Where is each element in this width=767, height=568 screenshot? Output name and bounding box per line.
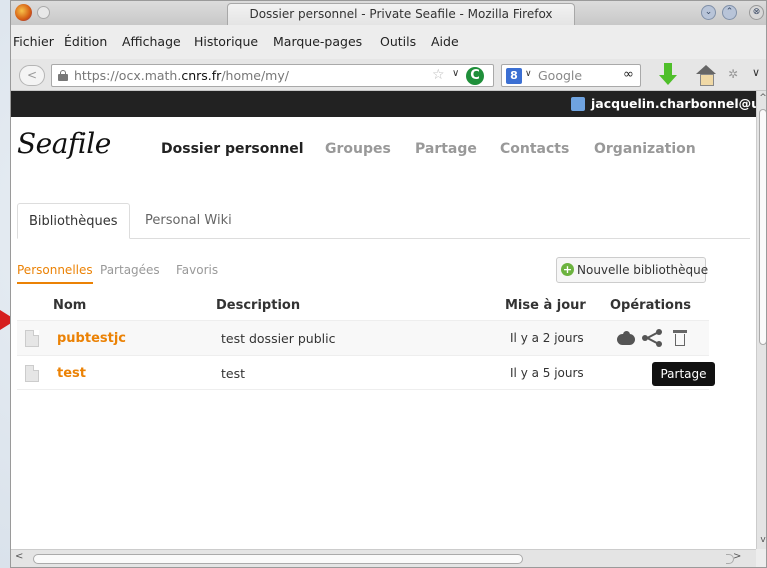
top-account-bar: jacquelin.charbonnel@u [11,91,756,117]
cloud-download-icon[interactable] [617,331,635,345]
vertical-scrollbar[interactable]: ^ v [756,91,766,549]
nav-organization[interactable]: Organization [594,141,696,157]
trash-icon[interactable] [673,330,687,347]
column-header-description: Description [216,298,301,313]
firefox-logo-icon[interactable] [15,4,32,21]
binoculars-icon[interactable]: ∞ [623,67,634,82]
title-bar: Dossier personnel - Private Seafile - Mo… [11,1,766,25]
horizontal-scrollbar[interactable]: < > [11,549,756,567]
active-subnav-underline [17,282,93,284]
scroll-up-icon[interactable]: ^ [757,93,766,103]
lock-icon [58,70,68,81]
new-library-button[interactable]: + Nouvelle bibliothèque [556,257,709,283]
bookmark-star-icon[interactable]: ☆ [432,67,445,83]
scroll-down-icon[interactable]: v [757,535,766,545]
menu-affichage[interactable]: Affichage [122,25,181,59]
seafile-logo[interactable]: Seafile [17,127,111,160]
table-row[interactable]: pubtestjc test dossier public Il y a 2 j… [17,320,709,355]
toolbar-more-chevron-icon[interactable]: ∨ [752,66,760,79]
minimize-button[interactable]: ⌄ [701,5,716,20]
window-title: Dossier personnel - Private Seafile - Mo… [227,3,575,25]
reload-icon[interactable]: C [466,67,484,85]
maximize-button[interactable]: ⌃ [722,5,737,20]
column-header-operations: Opérations [610,298,691,313]
menu-fichier[interactable]: Fichier [13,25,54,59]
library-description: test dossier public [221,331,336,346]
library-name-link[interactable]: pubtestjc [57,321,126,356]
google-engine-icon[interactable]: 8 [506,68,522,84]
url-history-chevron-icon[interactable]: ∨ [452,68,459,79]
menu-aide[interactable]: Aide [431,25,459,59]
search-bar[interactable]: 8 ∨ Google [501,64,641,87]
library-name-link[interactable]: test [57,356,86,391]
search-engine-chevron-icon[interactable]: ∨ [525,69,532,79]
horizontal-scroll-thumb[interactable] [33,554,523,564]
column-header-nom: Nom [53,298,87,313]
subnav-favoris[interactable]: Favoris [176,263,218,277]
menu-outils[interactable]: Outils [380,25,416,59]
share-icon[interactable] [642,329,662,347]
download-icon[interactable] [659,63,677,87]
url-bar[interactable]: https://ocx.math.cnrs.fr/home/my/ ☆ ∨ C [51,64,494,87]
library-icon [25,330,39,347]
menu-bar: Fichier Édition Affichage Historique Mar… [11,25,766,59]
close-button[interactable]: ⊗ [749,5,764,20]
vertical-scroll-thumb[interactable] [759,109,766,345]
firefox-window: Dossier personnel - Private Seafile - Mo… [10,0,767,568]
search-input[interactable]: Google [538,65,582,86]
menu-edition[interactable]: Édition [64,25,107,59]
tab-personal-wiki[interactable]: Personal Wiki [134,203,243,239]
back-button[interactable]: < [19,65,45,86]
window-menu-dot[interactable] [37,6,50,19]
table-row[interactable]: test test Il y a 5 jours [17,355,709,390]
user-avatar-icon[interactable] [571,97,585,111]
navigation-toolbar: < https://ocx.math.cnrs.fr/home/my/ ☆ ∨ … [11,59,766,91]
column-header-mise-a-jour: Mise à jour [505,298,586,313]
menu-historique[interactable]: Historique [194,25,258,59]
share-tooltip: Partage [652,362,715,386]
subnav-partagees[interactable]: Partagées [100,263,160,277]
library-icon [25,365,39,382]
nav-dossier-personnel[interactable]: Dossier personnel [161,141,304,157]
library-description: test [221,366,246,381]
plus-circle-icon: + [561,263,574,276]
tab-bibliotheques[interactable]: Bibliothèques [17,203,130,239]
addon-icon[interactable]: ✲ [728,67,738,81]
account-name[interactable]: jacquelin.charbonnel@u [591,91,756,117]
nav-partage[interactable]: Partage [415,141,477,157]
new-library-label: Nouvelle bibliothèque [577,263,709,277]
library-updated: Il y a 5 jours [510,366,584,380]
scroll-right-icon[interactable]: > [733,551,741,562]
nav-contacts[interactable]: Contacts [500,141,569,157]
menu-marque-pages[interactable]: Marque-pages [273,25,362,59]
home-icon[interactable] [696,65,716,86]
page-viewport: jacquelin.charbonnel@u Seafile Dossier p… [11,91,756,549]
scroll-left-icon[interactable]: < [15,551,23,562]
nav-groupes[interactable]: Groupes [325,141,391,157]
subnav-personnelles[interactable]: Personnelles [17,263,93,277]
url-text[interactable]: https://ocx.math.cnrs.fr/home/my/ [74,65,289,86]
library-updated: Il y a 2 jours [510,331,584,345]
